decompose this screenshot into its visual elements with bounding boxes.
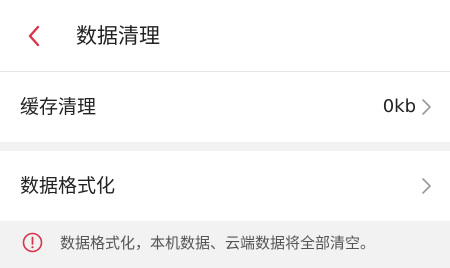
data-format-row[interactable]: 数据格式化 xyxy=(0,151,450,221)
cache-size-value: 0kb xyxy=(382,96,416,117)
format-warning-text: 数据格式化，本机数据、云端数据将全部清空。 xyxy=(60,234,376,252)
chevron-right-icon xyxy=(422,178,431,194)
chevron-right-icon xyxy=(422,99,431,115)
data-format-label: 数据格式化 xyxy=(20,175,116,197)
cache-clear-label: 缓存清理 xyxy=(20,96,97,118)
format-warning-notice: 数据格式化，本机数据、云端数据将全部清空。 xyxy=(0,221,450,268)
top-nav-bar: 数据清理 xyxy=(0,0,450,72)
alert-circle-icon xyxy=(22,232,43,253)
page-title: 数据清理 xyxy=(76,24,160,48)
cache-clear-row[interactable]: 缓存清理 0kb xyxy=(0,72,450,142)
chevron-left-icon xyxy=(28,25,40,47)
back-button[interactable] xyxy=(18,20,50,52)
